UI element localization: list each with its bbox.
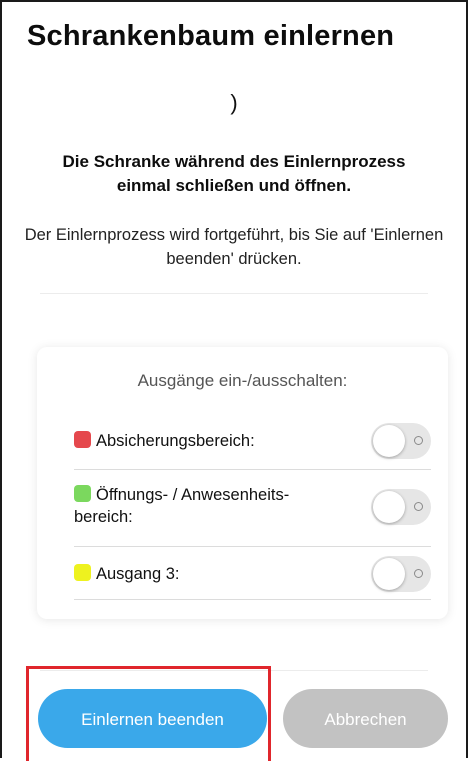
divider: [40, 293, 428, 294]
output-row-oeffnungsbereich: Öffnungs- / Anwesenheits-bereich:: [74, 470, 431, 547]
toggle-ausgang-3[interactable]: [371, 556, 431, 592]
green-status-swatch-icon: [74, 485, 91, 502]
outputs-card-heading: Ausgänge ein-/ausschalten:: [137, 371, 348, 390]
instruction-text: Die Schranke während des Einlernprozess …: [62, 152, 406, 195]
output-row-ausgang-3: Ausgang 3:: [74, 547, 431, 600]
toggle-off-indicator-icon: [414, 502, 423, 511]
toggle-knob: [373, 425, 405, 457]
red-status-swatch-icon: [74, 431, 91, 448]
toggle-absicherungsbereich[interactable]: [371, 423, 431, 459]
info-text: Der Einlernprozess wird fortgeführt, bis…: [24, 226, 444, 268]
highlight-annotation: [26, 666, 271, 761]
output-row-label: Öffnungs- / Anwesenheits-bereich:: [74, 485, 290, 526]
toggle-knob: [373, 491, 405, 523]
toggle-off-indicator-icon: [414, 569, 423, 578]
toggle-knob: [373, 558, 405, 590]
outputs-card: Ausgänge ein-/ausschalten: Absicherungsb…: [37, 347, 448, 619]
output-row-label: Absicherungsbereich:: [74, 430, 255, 452]
cancel-button[interactable]: Abbrechen: [283, 689, 448, 748]
output-row-absicherungsbereich: Absicherungsbereich:: [74, 410, 431, 470]
loading-spinner-icon: ): [230, 90, 238, 115]
toggle-off-indicator-icon: [414, 436, 423, 445]
toggle-oeffnungsbereich[interactable]: [371, 489, 431, 525]
page-title: Schrankenbaum einlernen: [27, 20, 395, 52]
yellow-status-swatch-icon: [74, 564, 91, 581]
output-row-label: Ausgang 3:: [74, 563, 179, 585]
